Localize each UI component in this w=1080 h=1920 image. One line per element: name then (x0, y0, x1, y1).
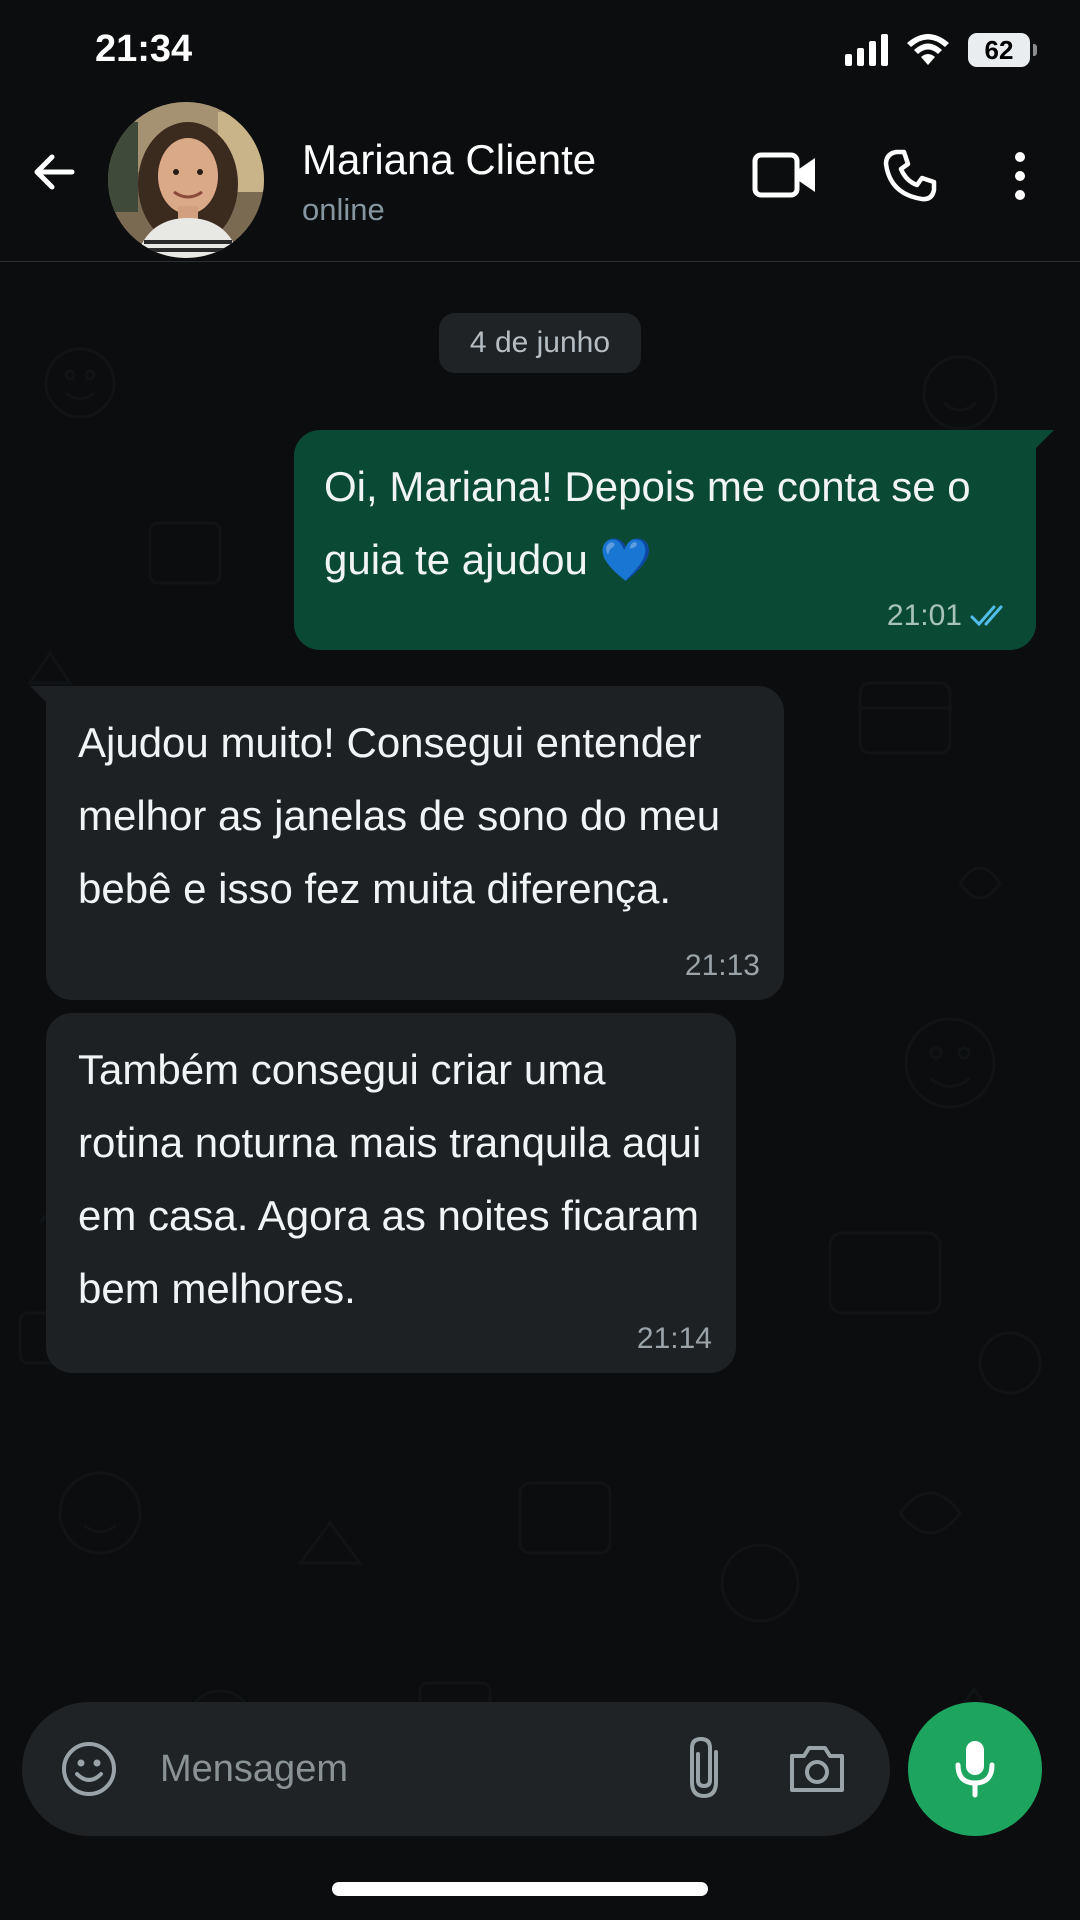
message-time: 21:01 (886, 599, 962, 632)
double-check-icon (970, 605, 1003, 627)
microphone-icon (955, 1741, 995, 1798)
contact-status: online (302, 192, 385, 227)
chat-header: Mariana Cliente online (0, 100, 1080, 262)
date-chip: 4 de junho (439, 313, 641, 373)
date-chip-label: 4 de junho (469, 326, 611, 359)
emoji-icon[interactable] (60, 1740, 118, 1798)
signal-icon (845, 34, 888, 66)
paperclip-icon[interactable] (682, 1734, 730, 1804)
status-bar: 21:34 62 (0, 0, 1080, 100)
status-icons: 62 (845, 30, 1037, 70)
message-composer (22, 1702, 890, 1836)
video-call-icon[interactable] (752, 150, 818, 200)
wifi-icon (907, 34, 949, 65)
incoming-message[interactable]: Ajudou muito! Consegui entender melhor a… (46, 686, 784, 1000)
microphone-button[interactable] (908, 1702, 1042, 1836)
chat-area[interactable]: 4 de junho Oi, Mariana! Depois me conta … (0, 263, 1080, 1920)
message-text: Oi, Mariana! Depois me conta se o guia t… (324, 463, 971, 583)
message-time: 21:14 (636, 1322, 712, 1355)
home-indicator[interactable] (332, 1882, 708, 1896)
battery-icon: 62 (968, 33, 1037, 67)
message-input[interactable] (160, 1732, 660, 1806)
status-time: 21:34 (95, 28, 193, 70)
more-vertical-icon[interactable] (1005, 150, 1035, 202)
avatar[interactable] (108, 102, 264, 258)
back-arrow-icon[interactable] (28, 146, 80, 198)
message-time: 21:13 (684, 949, 760, 982)
contact-name[interactable]: Mariana Cliente (302, 136, 596, 184)
message-meta: 21:01 (887, 596, 1012, 636)
phone-icon[interactable] (882, 148, 938, 204)
camera-icon[interactable] (786, 1740, 848, 1798)
incoming-message[interactable]: Também consegui criar uma rotina noturna… (46, 1013, 736, 1373)
message-text: Ajudou muito! Consegui entender melhor a… (78, 719, 721, 912)
battery-level: 62 (984, 34, 1014, 65)
message-text: Também consegui criar uma rotina noturna… (78, 1046, 702, 1312)
outgoing-message[interactable]: Oi, Mariana! Depois me conta se o guia t… (294, 430, 1036, 650)
